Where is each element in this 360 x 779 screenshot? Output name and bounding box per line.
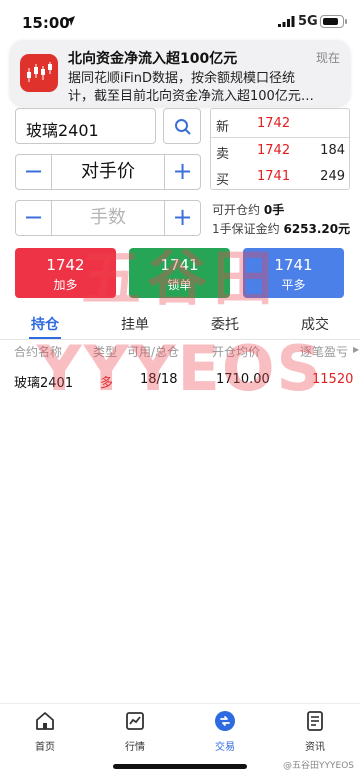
scroll-right-icon[interactable]: ▶ [353, 345, 359, 354]
location-arrow-icon [65, 16, 75, 26]
order-book-price: 1741 [257, 169, 291, 184]
order-book-ask-row[interactable]: 卖 1742 184 [211, 138, 351, 164]
order-book-volume: 184 [320, 143, 345, 158]
table-header: 合约名称 类型 可用/总仓 开仓均价 逐笔盈亏 [0, 340, 360, 362]
footer-watermark: @五谷田YYYEOS [283, 761, 354, 771]
order-book-last-row: 新 1742 [211, 111, 351, 137]
chart-icon [126, 712, 144, 730]
lock-label: 锁单 [167, 278, 192, 292]
status-time: 15:00 [22, 14, 70, 32]
battery-level [322, 17, 338, 25]
trade-icon [215, 711, 235, 731]
notification-time: 现在 [315, 51, 340, 65]
price-mode-field[interactable]: 对手价 [52, 155, 164, 189]
nav-label: 首页 [35, 742, 55, 753]
close-price: 1741 [274, 256, 313, 274]
symbol-value: 玻璃2401 [26, 121, 99, 140]
close-long-button[interactable]: 1741 平多 [243, 248, 344, 298]
order-book-bid-row[interactable]: 买 1741 249 [211, 164, 351, 190]
buy-price: 1742 [46, 256, 85, 274]
quantity-stepper: − 手数 + [15, 200, 201, 236]
home-icon [36, 712, 54, 730]
tab-entrusts[interactable]: 委托 [180, 314, 270, 334]
column-header: 逐笔盈亏 [300, 345, 349, 359]
price-decrease-button[interactable]: − [16, 155, 52, 189]
order-book: 新 1742 卖 1742 184 买 1741 249 [210, 108, 350, 190]
battery-cap [345, 19, 347, 24]
order-book-volume: 249 [320, 169, 345, 184]
nav-news[interactable]: 资讯 [270, 708, 360, 754]
symbol-input[interactable]: 玻璃2401 [15, 108, 156, 144]
column-header: 合约名称 [14, 345, 63, 359]
available-label: 可开仓约 [212, 203, 261, 217]
search-icon [175, 119, 191, 135]
bottom-nav: 首页 行情 交易 资讯 [0, 703, 360, 755]
signal-bars-icon [278, 16, 295, 27]
order-book-price: 1742 [257, 116, 291, 131]
order-book-label: 新 [216, 120, 230, 135]
nav-market[interactable]: 行情 [90, 708, 180, 754]
notification-title: 北向资金净流入超100亿元 [68, 51, 238, 67]
battery-icon [320, 15, 344, 28]
column-header: 类型 [93, 345, 118, 359]
lock-position-button[interactable]: 1741 锁单 [129, 248, 230, 298]
position-avg-price: 1710.00 [216, 372, 270, 387]
position-avail-total: 18/18 [140, 372, 178, 387]
quantity-decrease-button[interactable]: − [16, 201, 52, 235]
nav-label: 资讯 [305, 742, 325, 753]
order-book-label: 卖 [216, 147, 230, 162]
available-value: 0手 [263, 203, 285, 217]
buy-long-button[interactable]: 1742 加多 [15, 248, 116, 298]
nav-home[interactable]: 首页 [0, 708, 90, 754]
price-stepper: − 对手价 + [15, 154, 201, 190]
home-indicator[interactable] [113, 764, 247, 769]
nav-trade[interactable]: 交易 [180, 708, 270, 754]
position-tabs: 持仓 挂单 委托 成交 [0, 308, 360, 340]
notification-body-line: 计，截至目前北向资金净流入超100亿元… [68, 89, 314, 104]
quantity-field[interactable]: 手数 [52, 201, 164, 235]
nav-label: 交易 [215, 742, 235, 753]
tab-pending-orders[interactable]: 挂单 [90, 314, 180, 334]
tab-fills[interactable]: 成交 [270, 314, 360, 334]
price-increase-button[interactable]: + [164, 155, 200, 189]
order-book-label: 买 [216, 173, 230, 188]
close-label: 平多 [281, 278, 306, 292]
tab-positions[interactable]: 持仓 [0, 314, 90, 334]
quantity-increase-button[interactable]: + [164, 201, 200, 235]
position-type: 多 [100, 376, 114, 391]
network-type: 5G [298, 14, 318, 29]
news-icon [307, 711, 323, 731]
margin-info: 1手保证金约 6253.20元 [212, 220, 350, 237]
nav-label: 行情 [125, 742, 145, 753]
status-bar: 15:00 5G [0, 0, 360, 44]
available-open-info: 可开仓约 0手 [212, 201, 284, 218]
search-button[interactable] [163, 108, 201, 144]
margin-label: 1手保证金约 [212, 222, 280, 236]
active-tab-indicator [29, 337, 61, 339]
table-row[interactable]: 玻璃2401 多 18/18 1710.00 11520 [0, 368, 360, 396]
candlestick-app-icon [20, 54, 58, 92]
position-pnl: 11520 [312, 372, 354, 387]
position-name: 玻璃2401 [14, 376, 74, 391]
column-header: 可用/总仓 [127, 345, 180, 359]
lock-price: 1741 [160, 256, 199, 274]
notification-body-line: 据同花顺iFinD数据，按余额规模口径统 [68, 71, 296, 86]
margin-value: 6253.20元 [283, 222, 351, 236]
notification-banner[interactable]: 北向资金净流入超100亿元 现在 据同花顺iFinD数据，按余额规模口径统 计，… [10, 40, 350, 106]
order-book-price: 1742 [257, 143, 291, 158]
buy-label: 加多 [53, 278, 78, 292]
column-header: 开仓均价 [212, 345, 261, 359]
